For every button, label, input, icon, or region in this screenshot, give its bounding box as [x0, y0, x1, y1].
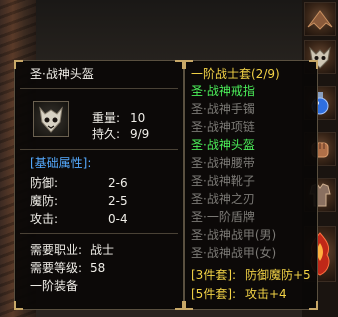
set-piece: 圣·战神头盔	[191, 138, 255, 152]
item-icon-slot	[33, 101, 69, 137]
set-piece: 圣·战神战甲(男)	[191, 228, 277, 242]
set-piece: 圣·一阶盾牌	[191, 210, 255, 224]
divider	[20, 233, 178, 234]
durability-label: 持久:	[92, 127, 121, 141]
req-job-label: 需要职业:	[30, 243, 83, 257]
set-title: 一阶战士套(2/9)	[191, 67, 280, 81]
set-piece: 圣·战神戒指	[191, 84, 255, 98]
set-piece: 圣·战神之刃	[191, 192, 255, 206]
weight-label: 重量:	[92, 111, 121, 125]
divider	[20, 88, 178, 89]
req-level-value: 58	[90, 261, 106, 275]
weight-value: 10	[130, 111, 146, 125]
set-piece: 圣·战神项链	[191, 120, 255, 134]
background-top	[36, 0, 302, 62]
attr-magic-defense-label: 魔防:	[30, 194, 59, 208]
attr-defense-label: 防御:	[30, 176, 59, 190]
wing-icon[interactable]	[304, 2, 336, 36]
attr-defense-value: 2-6	[108, 176, 128, 190]
req-level-label: 需要等级:	[30, 261, 83, 275]
item-tier: 一阶装备	[30, 279, 79, 293]
item-name: 圣·战神头盔	[30, 67, 94, 81]
set-piece: 圣·战神腰带	[191, 156, 255, 170]
attr-attack-value: 0-4	[108, 212, 128, 226]
set-bonus-3-value: 防御魔防+5	[245, 268, 311, 282]
base-attr-title: [基础属性]:	[30, 156, 92, 170]
helmet-skull-icon	[39, 106, 63, 133]
set-piece: 圣·战神手镯	[191, 102, 255, 116]
attr-magic-defense-value: 2-5	[108, 194, 128, 208]
set-bonus-5-label: [5件套]:	[191, 287, 237, 301]
divider	[20, 149, 178, 150]
req-job-value: 战士	[90, 243, 115, 257]
set-bonus-5-value: 攻击+4	[245, 287, 287, 301]
set-piece: 圣·战神战甲(女)	[191, 246, 277, 260]
set-bonus-3-label: [3件套]:	[191, 268, 237, 282]
durability-value: 9/9	[130, 127, 150, 141]
set-piece: 圣·战神靴子	[191, 174, 255, 188]
attr-attack-label: 攻击:	[30, 212, 59, 226]
